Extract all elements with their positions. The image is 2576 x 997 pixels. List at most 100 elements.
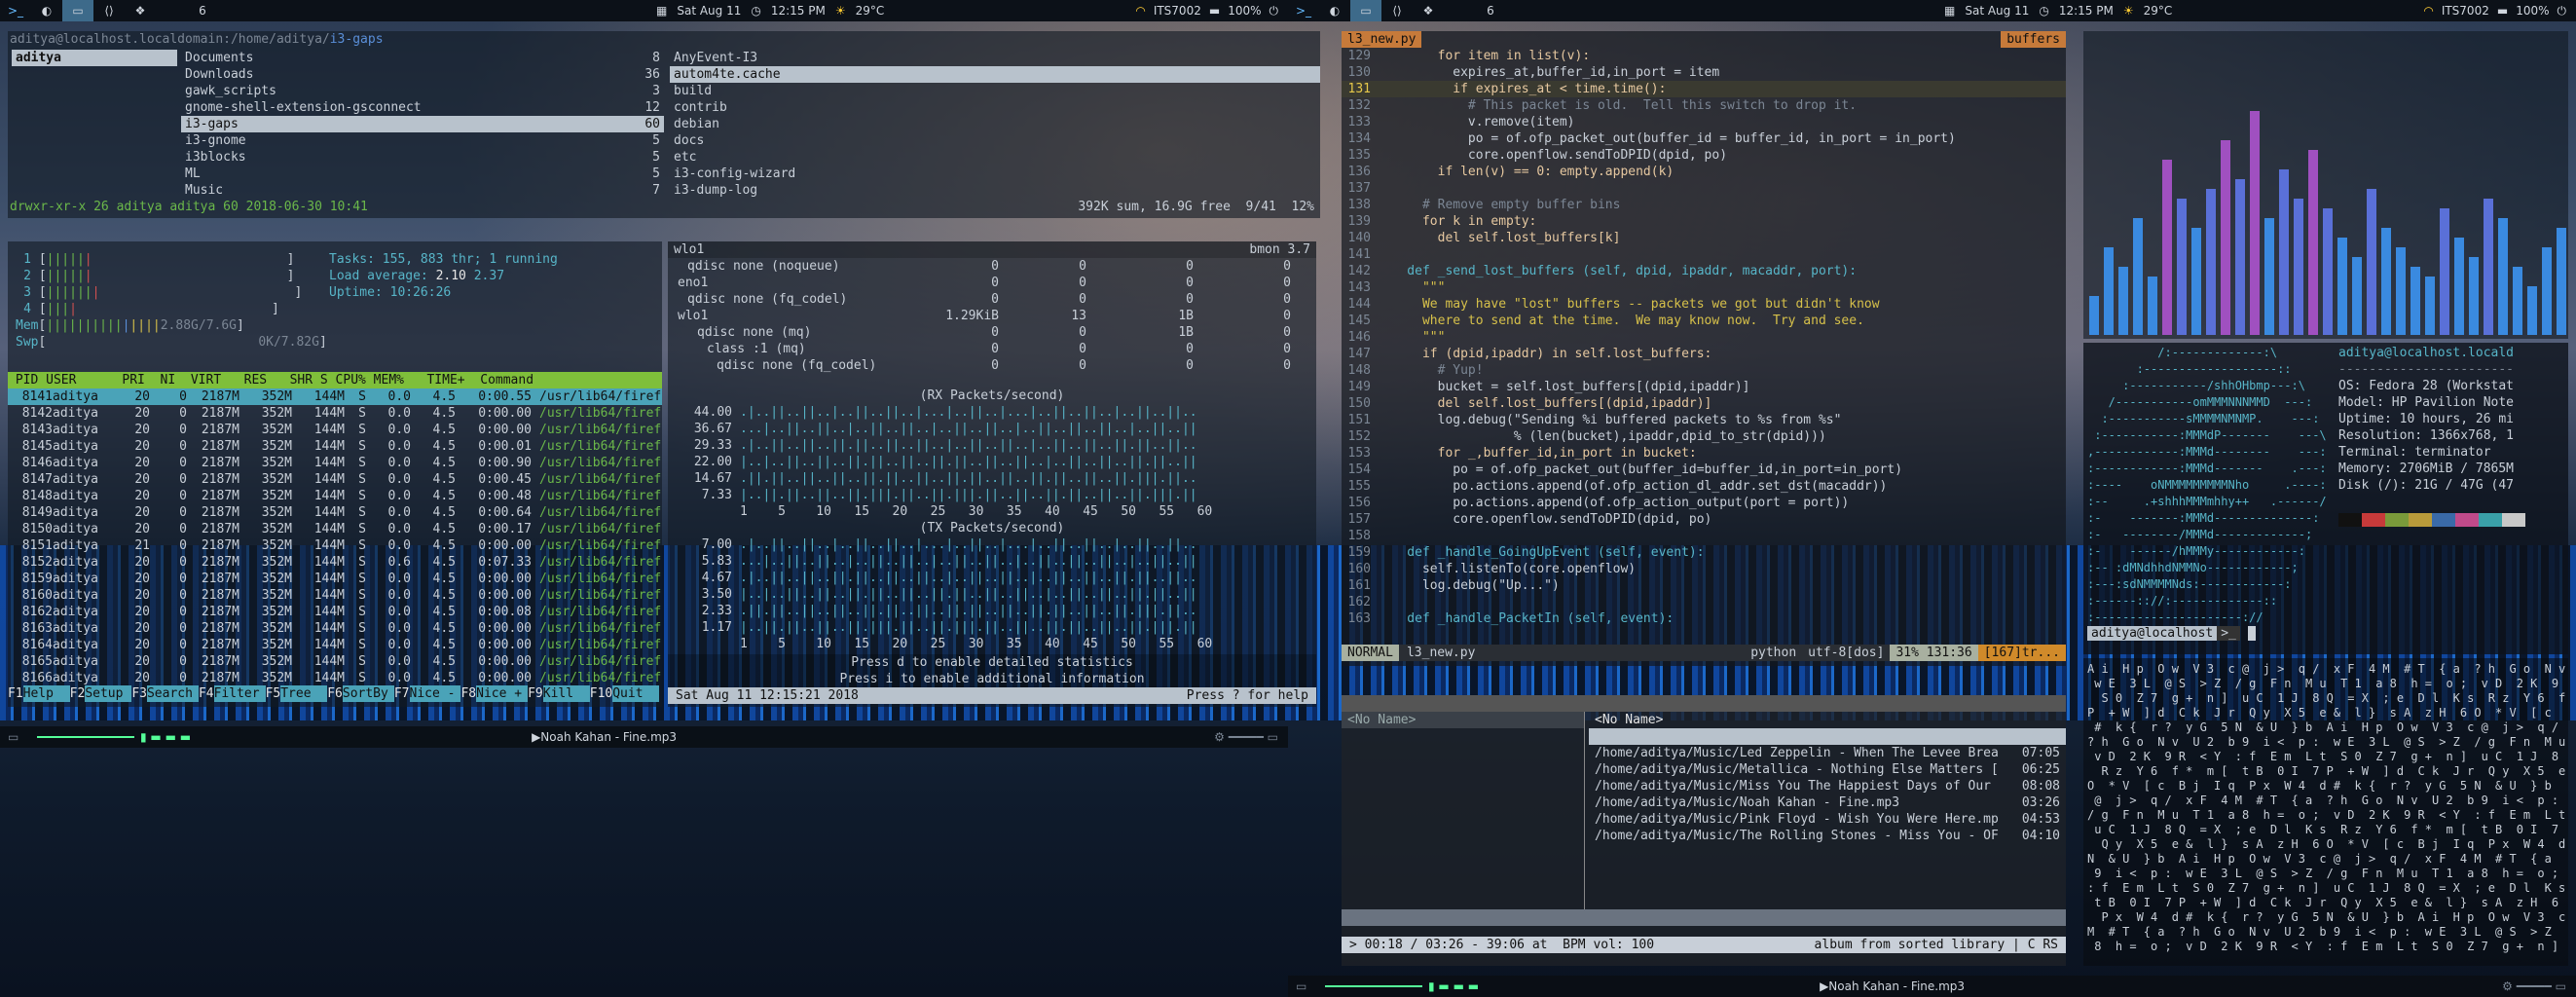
- ranger-dir-item[interactable]: i3-gaps 60: [181, 116, 664, 132]
- code-line[interactable]: 137: [1342, 180, 2066, 197]
- volume-slider[interactable]: [37, 736, 134, 738]
- ranger-preview-item[interactable]: i3-dump-log: [670, 182, 1320, 199]
- cmus-pane[interactable]: <No Name> <No Name> /home/aditya/Music/L…: [1342, 695, 2066, 966]
- fkey-label[interactable]: Nice -: [409, 685, 461, 702]
- table-row[interactable]: 8146aditya 20 0 2187M 352M 144M S 0.0 4.5 0:00.90…: [8, 455, 662, 471]
- code-line[interactable]: 150 del self.lost_buffers[(dpid,ipaddr)]: [1342, 395, 2066, 412]
- track-row[interactable]: /home/aditya/Music/The Rolling Stones - …: [1589, 828, 2066, 844]
- workspace-4[interactable]: ❖: [125, 0, 156, 21]
- table-row[interactable]: 8166aditya 20 0 2187M 352M 144M S 0.0 4.5 0:00.00…: [8, 670, 662, 686]
- terminal-icon[interactable]: >_: [1288, 0, 1319, 21]
- workspace-3[interactable]: ⟨⟩: [1381, 0, 1413, 21]
- bmon-row[interactable]: class :1 (mq) 0 0 0 0: [668, 341, 1316, 357]
- code-line[interactable]: 152 % (len(bucket),ipaddr,dpid_to_str(dp…: [1342, 428, 2066, 445]
- code-line[interactable]: 147 if (dpid,ipaddr) in self.lost_buffer…: [1342, 346, 2066, 362]
- code-line[interactable]: 140 del self.lost_buffers[k]: [1342, 230, 2066, 246]
- volume-slider-right[interactable]: [1325, 985, 1422, 987]
- code-line[interactable]: 143 """: [1342, 279, 2066, 296]
- bmon-row[interactable]: qdisc none (fq_codel) 0 0 0 0: [668, 291, 1316, 308]
- code-line[interactable]: 148 # Yup!: [1342, 362, 2066, 379]
- fkey-nice[interactable]: F8: [460, 685, 476, 702]
- bmon-pane[interactable]: wlo1 bmon 3.7 qdisc none (noqueue) 0 0 0 0 eno…: [668, 241, 1316, 707]
- code-line[interactable]: 130 expires_at,buffer_id,in_port = item: [1342, 64, 2066, 81]
- ranger-preview-item[interactable]: contrib: [670, 99, 1320, 116]
- code-line[interactable]: 142 def _send_lost_buffers (self, dpid, …: [1342, 263, 2066, 279]
- table-row[interactable]: 8141aditya 20 0 2187M 352M 144M S 0.0 4.5 0:00.55…: [8, 388, 662, 405]
- code-line[interactable]: 134 po = of.ofp_packet_out(buffer_id = b…: [1342, 130, 2066, 147]
- cmus-left-item[interactable]: <No Name>: [1342, 712, 1584, 728]
- fkey-sortby[interactable]: F6: [327, 685, 343, 702]
- code-line[interactable]: 132 # This packet is old. Tell this swit…: [1342, 97, 2066, 114]
- table-row[interactable]: 8151aditya 21 0 2187M 352M 144M S 0.0 4.5 0:00.00…: [8, 537, 662, 554]
- vim-buffers[interactable]: buffers: [2001, 31, 2066, 48]
- fkey-label[interactable]: Quit: [612, 685, 660, 702]
- code-line[interactable]: 162: [1342, 594, 2066, 610]
- bmon-row[interactable]: qdisc none (mq) 0 0 1B 0: [668, 324, 1316, 341]
- table-row[interactable]: 8152aditya 20 0 2187M 352M 144M S 0.6 4.5 0:07.33…: [8, 554, 662, 571]
- table-row[interactable]: 8148aditya 20 0 2187M 352M 144M S 0.0 4.5 0:00.48…: [8, 488, 662, 504]
- table-row[interactable]: 8159aditya 20 0 2187M 352M 144M S 0.0 4.5 0:00.00…: [8, 571, 662, 587]
- workspace-5[interactable]: [1444, 0, 1475, 21]
- code-line[interactable]: 129 for item in list(v):: [1342, 48, 2066, 64]
- neofetch-pane[interactable]: /:-------------:\ :-------------------::…: [2083, 343, 2568, 654]
- code-line[interactable]: 159 def _handle_GoingUpEvent (self, even…: [1342, 544, 2066, 561]
- workspace-2[interactable]: ▭: [1350, 0, 1381, 21]
- workspace-6[interactable]: 6: [1475, 0, 1506, 21]
- code-line[interactable]: 155 po.actions.append(of.ofp_action_dl_a…: [1342, 478, 2066, 495]
- fkey-setup[interactable]: F2: [70, 685, 86, 702]
- ranger-preview-item[interactable]: docs: [670, 132, 1320, 149]
- code-line[interactable]: 139 for k in empty:: [1342, 213, 2066, 230]
- ranger-dir-item[interactable]: ML 5: [181, 166, 664, 182]
- workspace-1[interactable]: ◐: [31, 0, 62, 21]
- ranger-preview-item[interactable]: autom4te.cache: [670, 66, 1320, 83]
- track-row[interactable]: /home/aditya/Music/Noah Kahan - Fine.mp3…: [1589, 794, 2066, 811]
- workspace-1[interactable]: ◐: [1319, 0, 1350, 21]
- fkey-filter[interactable]: F4: [199, 685, 214, 702]
- play-icon[interactable]: ▶: [532, 730, 540, 744]
- vim-pane[interactable]: l3_new.py buffers 129 for item in list(v)…: [1342, 31, 2066, 666]
- code-line[interactable]: 153 for _,buffer_id,in_port in bucket:: [1342, 445, 2066, 462]
- code-line[interactable]: 141: [1342, 246, 2066, 263]
- track-row[interactable]: /home/aditya/Music/Led Zeppelin - When T…: [1589, 745, 2066, 761]
- workspace-5[interactable]: [156, 0, 187, 21]
- power-icon[interactable]: ⏻: [2558, 4, 2567, 18]
- code-line[interactable]: 156 po.actions.append(of.ofp_action_outp…: [1342, 495, 2066, 511]
- workspace-6[interactable]: 6: [187, 0, 218, 21]
- workspace-4[interactable]: ❖: [1413, 0, 1444, 21]
- code-line[interactable]: 157 core.openflow.sendToDPID(dpid, po): [1342, 511, 2066, 528]
- workspace-2[interactable]: ▭: [62, 0, 93, 21]
- bmon-row[interactable]: wlo1 1.29KiB 13 1B 0: [668, 308, 1316, 324]
- code-line[interactable]: 158: [1342, 528, 2066, 544]
- ranger-dir-item[interactable]: Downloads 36: [181, 66, 664, 83]
- ranger-preview-item[interactable]: i3-config-wizard: [670, 166, 1320, 182]
- fkey-label[interactable]: Kill: [542, 685, 590, 702]
- terminal-icon[interactable]: >_: [0, 0, 31, 21]
- workspace-3[interactable]: ⟨⟩: [93, 0, 125, 21]
- fkey-label[interactable]: Nice +: [476, 685, 529, 702]
- play-icon-right[interactable]: ▶: [1820, 979, 1828, 993]
- ranger-dir-item[interactable]: Music 7: [181, 182, 664, 199]
- htop-header[interactable]: PID USER PRI NI VIRT RES SHR S CPU% MEM%…: [8, 372, 662, 388]
- table-row[interactable]: 8150aditya 20 0 2187M 352M 144M S 0.0 4.5 0:00.17…: [8, 521, 662, 537]
- ranger-dir-item[interactable]: i3blocks 5: [181, 149, 664, 166]
- table-row[interactable]: 8142aditya 20 0 2187M 352M 144M S 0.0 4.5 0:00.00…: [8, 405, 662, 422]
- code-line[interactable]: 163 def _handle_PacketIn (self, event):: [1342, 610, 2066, 627]
- bmon-row[interactable]: eno1 0 0 0 0: [668, 275, 1316, 291]
- cursor[interactable]: [2247, 626, 2256, 641]
- code-line[interactable]: 151 log.debug("Sending %i buffered packe…: [1342, 412, 2066, 428]
- table-row[interactable]: 8147aditya 20 0 2187M 352M 144M S 0.0 4.5 0:00.45…: [8, 471, 662, 488]
- track-row[interactable]: /home/aditya/Music/Pink Floyd - Wish You…: [1589, 811, 2066, 828]
- code-line[interactable]: 138 # Remove empty buffer bins: [1342, 197, 2066, 213]
- ranger-dir-item[interactable]: Documents 8: [181, 50, 664, 66]
- ranger-dir-item[interactable]: gawk_scripts 3: [181, 83, 664, 99]
- code-line[interactable]: 144 We may have "lost" buffers -- packet…: [1342, 296, 2066, 313]
- fkey-label[interactable]: Tree: [280, 685, 328, 702]
- ranger-preview-item[interactable]: etc: [670, 149, 1320, 166]
- track-row[interactable]: /home/aditya/Music/Miss You The Happiest…: [1589, 778, 2066, 794]
- table-row[interactable]: 8162aditya 20 0 2187M 352M 144M S 0.0 4.5 0:00.08…: [8, 604, 662, 620]
- fkey-label[interactable]: Filter: [213, 685, 266, 702]
- code-line[interactable]: 136 if len(v) == 0: empty.append(k): [1342, 164, 2066, 180]
- code-line[interactable]: 135 core.openflow.sendToDPID(dpid, po): [1342, 147, 2066, 164]
- ranger-dir-item[interactable]: gnome-shell-extension-gsconnect 12: [181, 99, 664, 116]
- track-row[interactable]: /home/aditya/Music/Metallica - Nothing E…: [1589, 761, 2066, 778]
